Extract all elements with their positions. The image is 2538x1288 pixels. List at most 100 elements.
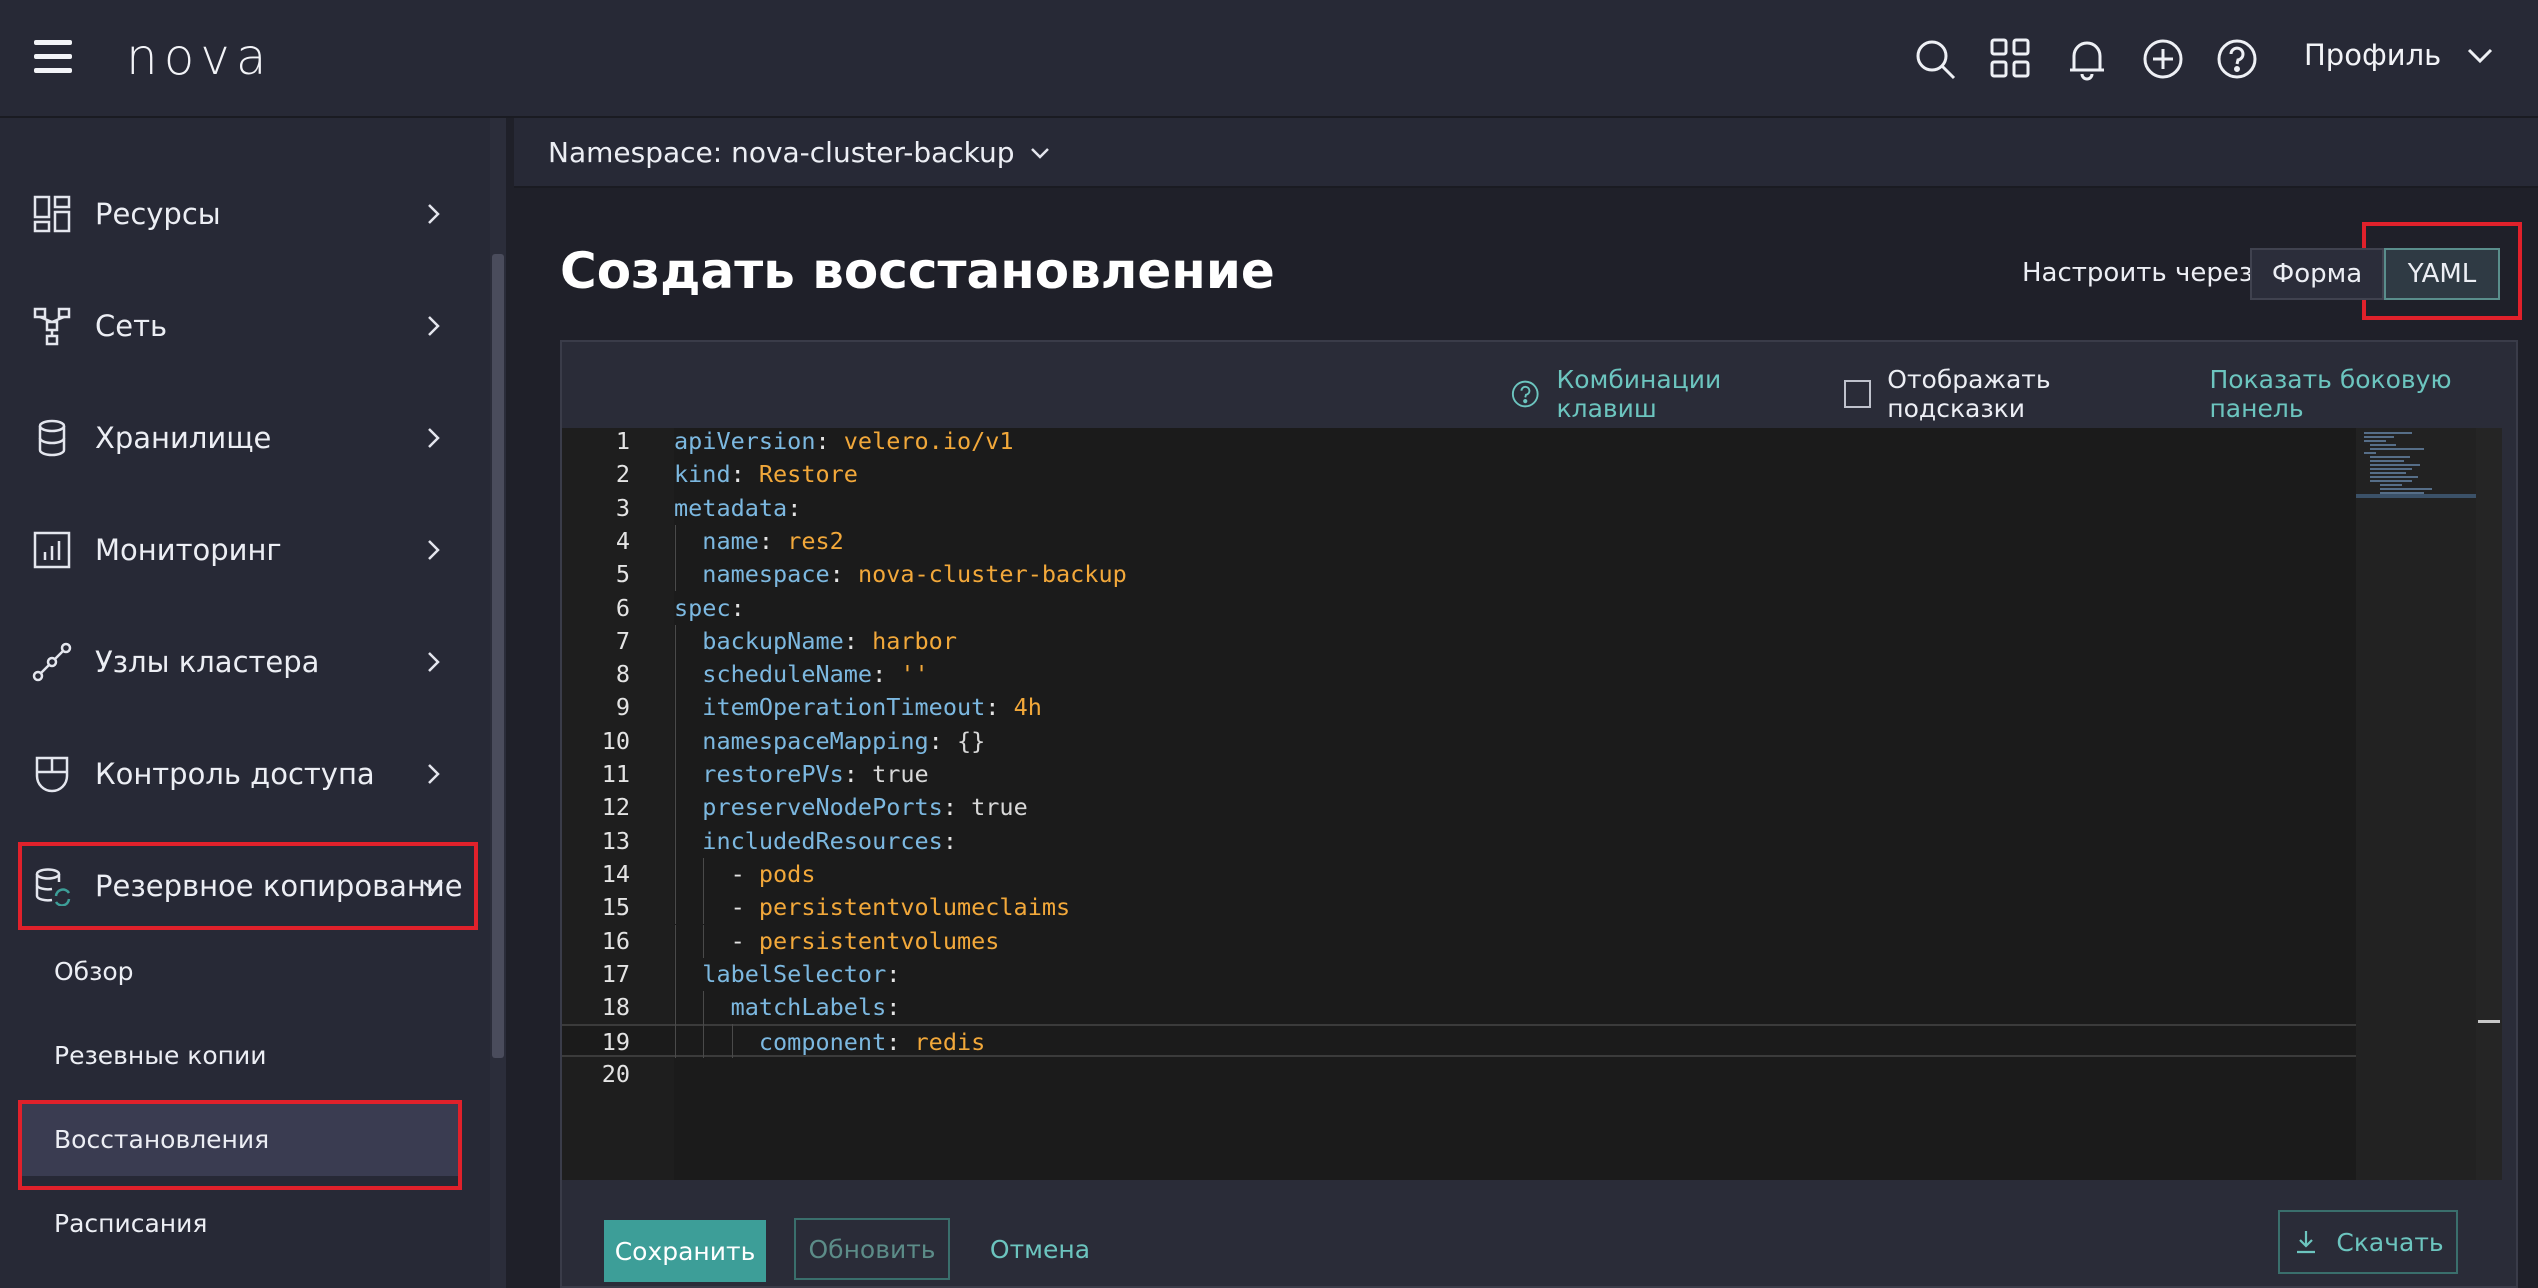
sidebar-subitem-label: Обзор xyxy=(54,956,134,986)
code-line[interactable]: 7 backupName: harbor xyxy=(562,625,2356,658)
code-line[interactable]: 19 component: redis xyxy=(562,1024,2356,1059)
code-line[interactable]: 5 namespace: nova-cluster-backup xyxy=(562,558,2356,591)
code-line[interactable]: 3 metadata: xyxy=(562,492,2356,525)
code-line[interactable]: 6 spec: xyxy=(562,592,2356,625)
show-hints-toggle[interactable]: Отображать подсказки xyxy=(1844,365,2181,423)
sidebar-item-network[interactable]: Сеть xyxy=(0,286,490,366)
yaml-separator: - xyxy=(730,859,759,888)
search-icon[interactable] xyxy=(1912,36,1958,82)
code-text: backupName: harbor xyxy=(674,625,957,658)
menu-icon[interactable] xyxy=(34,40,72,74)
sidebar-item-cluster-nodes[interactable]: Узлы кластера xyxy=(0,622,490,702)
keyboard-shortcuts-label: Комбинации клавиш xyxy=(1556,365,1722,423)
code-line[interactable]: 8 scheduleName: '' xyxy=(562,658,2356,691)
sidebar-item-storage[interactable]: Хранилище xyxy=(0,398,490,478)
line-number: 16 xyxy=(601,926,630,955)
sidebar-subitem-label: Резевные копии xyxy=(54,1040,267,1070)
mode-yaml-button[interactable]: YAML xyxy=(2384,248,2500,300)
sidebar-subitem-schedules[interactable]: Расписания xyxy=(20,1186,460,1260)
shield-icon xyxy=(32,754,72,794)
code-line[interactable]: 18 matchLabels: xyxy=(562,991,2356,1024)
line-number: 19 xyxy=(601,1028,630,1057)
namespace-selector[interactable]: Namespace: nova-cluster-backup xyxy=(548,136,1053,169)
code-line[interactable]: 4 name: res2 xyxy=(562,525,2356,558)
help-icon[interactable] xyxy=(2214,36,2260,82)
editor-toolbar: Комбинации клавиш Отображать подсказки П… xyxy=(1510,365,2538,423)
sidebar-item-label: Узлы кластера xyxy=(95,645,320,679)
line-number: 12 xyxy=(601,793,630,822)
sidebar-scrollbar[interactable] xyxy=(490,118,506,1288)
sidebar-item-label: Хранилище xyxy=(95,421,272,455)
indent-guide xyxy=(675,524,676,559)
chart-icon xyxy=(32,530,72,570)
namespace-bar: Namespace: nova-cluster-backup xyxy=(514,118,2538,188)
code-text: component: redis xyxy=(674,1026,985,1059)
chevron-right-icon xyxy=(420,313,446,339)
indent-guide xyxy=(675,558,676,592)
code-text: name: res2 xyxy=(674,525,844,558)
yaml-separator: - xyxy=(730,926,759,955)
sidebar-subitem-backups[interactable]: Резевные копии xyxy=(20,1018,460,1092)
code-line[interactable]: 2 kind: Restore xyxy=(562,458,2356,491)
yaml-separator: : xyxy=(730,460,759,489)
sidebar-subitem-restores[interactable]: Восстановления xyxy=(20,1102,460,1176)
sidebar-subitem-overview[interactable]: Обзор xyxy=(20,934,460,1008)
code-line[interactable]: 9 itemOperationTimeout: 4h xyxy=(562,691,2356,724)
show-sidepanel-link[interactable]: Показать боковую панель xyxy=(2209,365,2538,423)
indent-guide xyxy=(675,624,676,659)
yaml-separator: : xyxy=(985,693,1014,722)
line-number: 6 xyxy=(615,593,630,622)
show-hints-checkbox[interactable] xyxy=(1844,380,1872,408)
yaml-key: spec xyxy=(674,593,731,622)
yaml-value: harbor xyxy=(872,626,957,655)
keyboard-shortcuts-link[interactable]: Комбинации клавиш xyxy=(1510,365,1816,423)
yaml-separator: : xyxy=(886,959,901,988)
sidebar-item-resources[interactable]: Ресурсы xyxy=(0,174,490,254)
yaml-key: name xyxy=(702,526,759,555)
sidebar-item-access-control[interactable]: Контроль доступа xyxy=(0,734,490,814)
sidebar-item-monitoring[interactable]: Мониторинг xyxy=(0,510,490,590)
code-text: apiVersion: velero.io/v1 xyxy=(674,425,1014,458)
code-line[interactable]: 11 restorePVs: true xyxy=(562,758,2356,791)
indent-guide xyxy=(703,891,705,925)
profile-menu[interactable]: Профиль xyxy=(2304,38,2497,72)
code-text: - persistentvolumeclaims xyxy=(674,891,1071,924)
add-icon[interactable] xyxy=(2140,36,2186,82)
yaml-value: res2 xyxy=(787,526,844,555)
yaml-separator: : xyxy=(886,993,901,1022)
yaml-value: {} xyxy=(956,726,986,755)
code-line[interactable]: 12 preserveNodePorts: true xyxy=(562,791,2356,824)
apps-grid-icon[interactable] xyxy=(1988,36,2034,82)
sidebar-item-label: Сеть xyxy=(95,309,168,343)
code-line[interactable]: 13 includedResources: xyxy=(562,825,2356,858)
yaml-separator: : xyxy=(872,660,901,689)
sidebar-item-backup[interactable]: Резервное копирование xyxy=(0,846,490,926)
code-line[interactable]: 1 apiVersion: velero.io/v1 xyxy=(562,425,2356,458)
sidebar-scrollbar-thumb[interactable] xyxy=(492,254,504,1058)
code-line[interactable]: 20 xyxy=(562,1058,2356,1091)
update-button[interactable]: Обновить xyxy=(794,1218,950,1280)
line-number: 1 xyxy=(615,427,630,455)
chevron-down-icon xyxy=(420,873,446,899)
minimap-viewport xyxy=(2356,494,2476,498)
editor-scrollbar[interactable] xyxy=(2476,428,2502,1180)
code-line[interactable]: 15 - persistentvolumeclaims xyxy=(562,891,2356,924)
code-line[interactable]: 17 labelSelector: xyxy=(562,958,2356,991)
code-text: includedResources: xyxy=(674,825,957,858)
yaml-separator: : xyxy=(942,793,972,822)
save-button[interactable]: Сохранить xyxy=(604,1220,766,1282)
code-line[interactable]: 14 - pods xyxy=(562,858,2356,891)
code-line[interactable]: 16 - persistentvolumes xyxy=(562,925,2356,958)
cancel-button[interactable]: Отмена xyxy=(980,1218,1100,1280)
backup-icon xyxy=(32,866,72,907)
mode-form-button[interactable]: Форма xyxy=(2250,248,2384,300)
code-line[interactable]: 10 namespaceMapping: {} xyxy=(562,725,2356,758)
bell-icon[interactable] xyxy=(2064,36,2110,82)
download-button[interactable]: Скачать xyxy=(2278,1210,2458,1274)
editor-minimap[interactable] xyxy=(2356,428,2476,1180)
